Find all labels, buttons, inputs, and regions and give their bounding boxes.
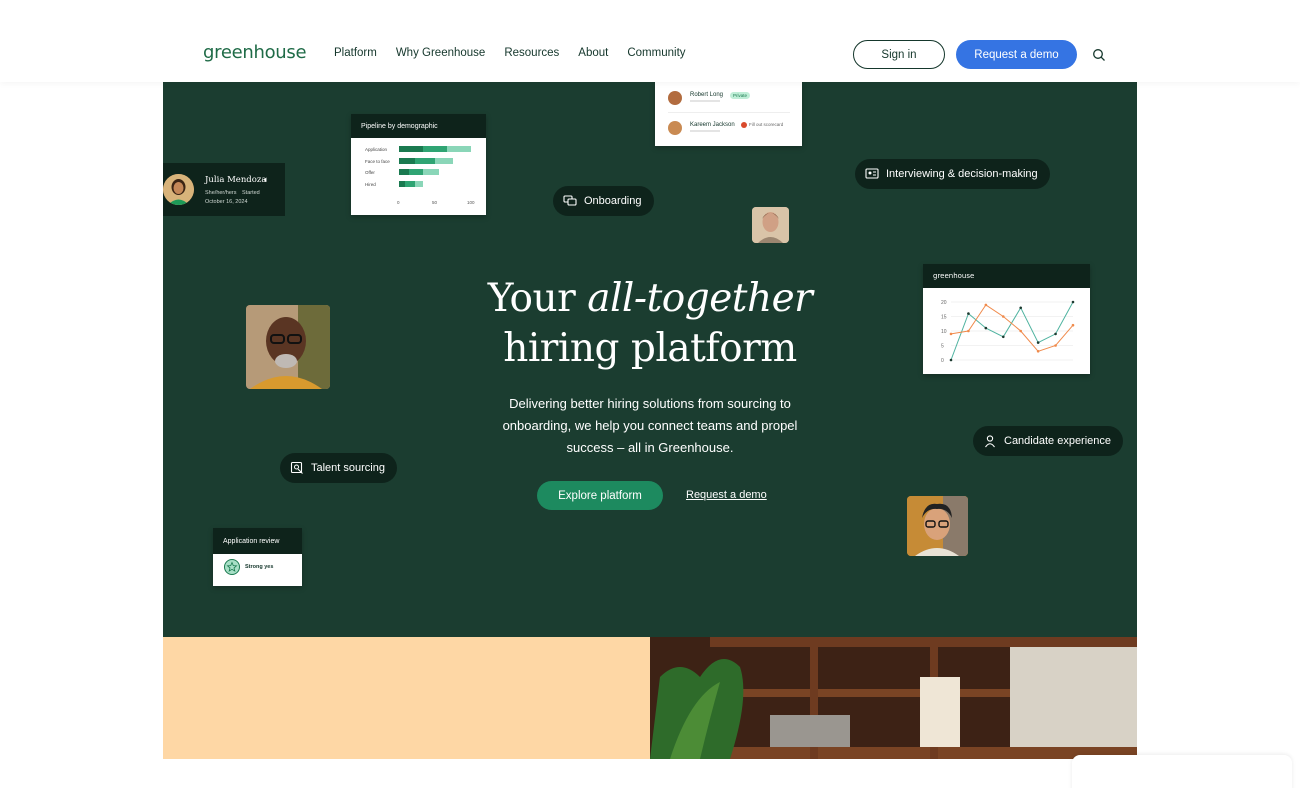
review-card-title: Application review — [213, 528, 302, 554]
explore-platform-button[interactable]: Explore platform — [537, 481, 663, 510]
request-demo-link[interactable]: Request a demo — [686, 489, 767, 501]
profile-card: Julia Mendoza 🔈︎ She/her/hers Started Oc… — [163, 163, 285, 216]
avatar — [668, 91, 682, 105]
request-demo-button[interactable]: Request a demo — [956, 40, 1077, 69]
candidate-experience-pill: Candidate experience — [973, 426, 1124, 456]
avatar — [668, 121, 682, 135]
onboarding-pill: Onboarding — [553, 186, 654, 216]
pipeline-bar-segment — [415, 157, 435, 164]
scorecard-status: Fill out scorecard — [749, 122, 784, 127]
application-review-card: Application review Strong yes — [213, 528, 302, 586]
pill-label: Onboarding — [584, 195, 642, 207]
nav-platform[interactable]: Platform — [334, 47, 377, 59]
pill-label: Candidate experience — [1004, 435, 1112, 447]
pipeline-bar-segment — [409, 169, 423, 175]
pipeline-bar-segment — [423, 169, 439, 175]
star-icon — [224, 559, 240, 575]
pipeline-bar-segment — [415, 180, 423, 187]
nav-about[interactable]: About — [578, 47, 608, 59]
profile-started-label: Started — [242, 190, 260, 196]
pipeline-bar-segment — [399, 157, 415, 164]
verdict-label: Strong yes — [245, 564, 274, 570]
pipeline-row: Application — [365, 146, 475, 154]
sign-in-button[interactable]: Sign in — [853, 40, 945, 69]
pipeline-row: Hired — [365, 180, 475, 189]
search-icon[interactable] — [1092, 48, 1106, 62]
hero-title-line2: hiring platform — [503, 326, 797, 371]
main-nav: Platform Why Greenhouse Resources About … — [334, 47, 686, 59]
pill-label: Talent sourcing — [311, 462, 385, 474]
candidate-name: Kareem Jackson — [690, 122, 735, 128]
candidate-row: Kareem Jackson Fill out scorecard — [668, 119, 793, 137]
pipeline-bar-segment — [435, 157, 453, 164]
speaker-icon: 🔈︎ — [264, 175, 269, 184]
young-man-photo — [907, 496, 968, 556]
woman-portrait-photo — [752, 207, 789, 243]
hero-section: Robert Long Private Kareem Jackson Fill … — [163, 82, 1137, 637]
nav-why-greenhouse[interactable]: Why Greenhouse — [396, 47, 486, 59]
search-profile-icon — [290, 461, 303, 474]
person-icon — [985, 435, 995, 448]
pill-label: Interviewing & decision-making — [886, 168, 1038, 180]
profile-name: Julia Mendoza — [205, 175, 267, 185]
profile-start-date: October 16, 2024 — [205, 199, 248, 205]
pipeline-axis-tick: 50 — [432, 200, 438, 205]
pipeline-row: Face to face — [365, 157, 475, 166]
greenhouse-logo[interactable]: greenhouse — [203, 42, 307, 63]
review-verdict: Strong yes — [224, 559, 273, 575]
chat-icon — [563, 195, 577, 206]
alert-icon — [741, 122, 747, 128]
candidate-row: Robert Long Private — [668, 89, 793, 107]
hero-subtitle: Delivering better hiring solutions from … — [502, 396, 798, 455]
pipeline-bar-segment — [447, 146, 471, 152]
nav-community[interactable]: Community — [627, 47, 685, 59]
pipeline-bar-segment — [423, 146, 447, 152]
pipeline-row-label: Hired — [365, 181, 376, 187]
hero-title: Your all-together hiring platform — [163, 274, 1137, 374]
hero-title-prefix: Your — [487, 276, 588, 321]
pipeline-row-label: Offer — [365, 170, 375, 175]
talent-sourcing-pill: Talent sourcing — [280, 453, 397, 483]
pipeline-card-title: Pipeline by demographic — [351, 114, 486, 138]
office-shelf-photo — [650, 637, 1137, 759]
peach-panel — [163, 637, 650, 759]
pipeline-row: Offer — [365, 169, 475, 177]
pipeline-axis-tick: 0 — [397, 200, 400, 205]
private-badge: Private — [730, 92, 751, 99]
candidate-name: Robert Long — [690, 92, 724, 98]
candidates-card: Robert Long Private Kareem Jackson Fill … — [655, 82, 802, 146]
interviewing-pill: Interviewing & decision-making — [855, 159, 1050, 189]
corner-widget — [1072, 755, 1292, 788]
pipeline-row-label: Face to face — [365, 158, 390, 164]
pipeline-bar-chart: Application Face to face Offer Hired 0 50 100 — [351, 138, 486, 215]
pipeline-bar-segment — [399, 169, 409, 175]
julia-mendoza-photo — [163, 174, 194, 205]
pipeline-bar-segment — [399, 146, 423, 152]
pipeline-row-label: Application — [365, 147, 388, 152]
pipeline-bar-segment — [405, 180, 415, 187]
pipeline-axis-tick: 100 — [467, 200, 475, 205]
profile-pronouns: She/her/hers — [205, 190, 237, 196]
site-header: greenhouse Platform Why Greenhouse Resou… — [0, 0, 1300, 82]
pipeline-card: Pipeline by demographic Application Face … — [351, 114, 486, 215]
hero-title-emphasis: all-together — [587, 276, 813, 321]
presentation-icon — [865, 168, 879, 179]
nav-resources[interactable]: Resources — [504, 47, 559, 59]
